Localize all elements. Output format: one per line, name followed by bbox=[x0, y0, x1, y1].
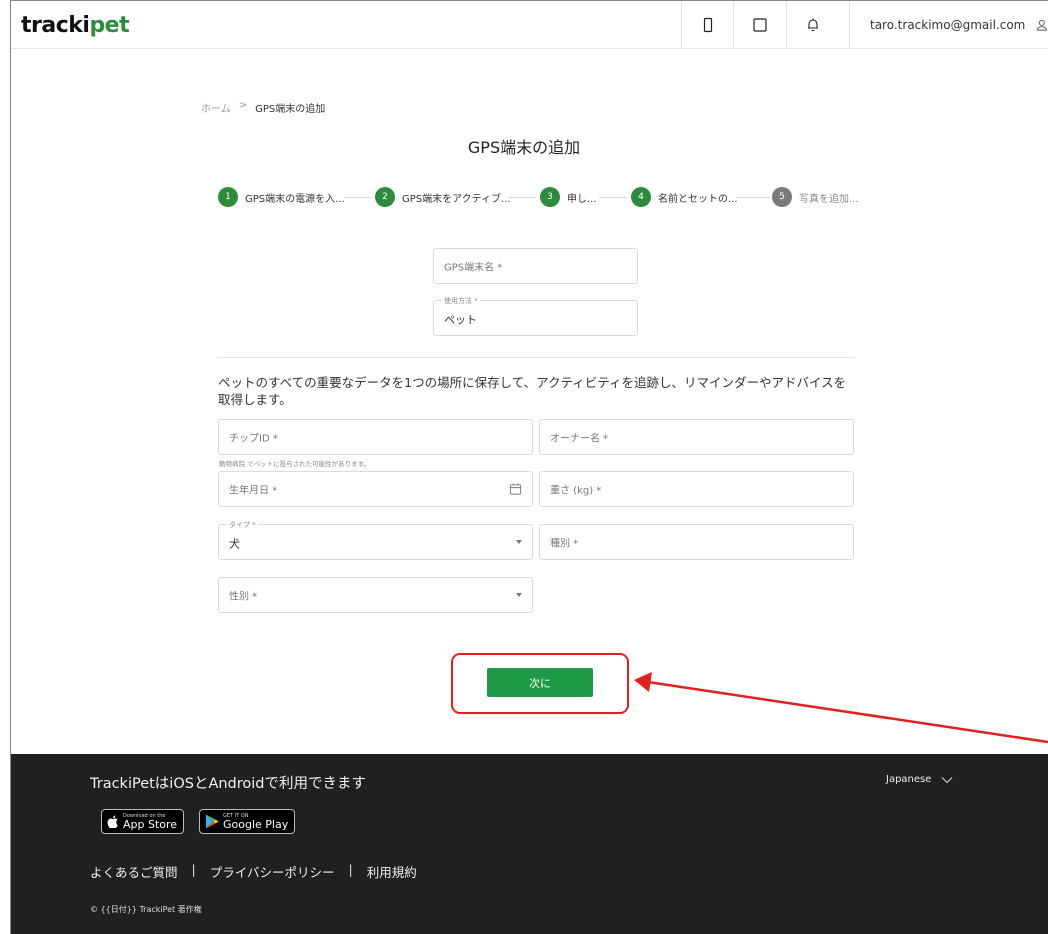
copyright-text: © {{日付}} TrackiPet 著作権 bbox=[90, 905, 202, 914]
breadcrumb-current: GPS端末の追加 bbox=[255, 104, 326, 115]
account-email: taro.trackimo@gmail.com bbox=[870, 18, 1026, 32]
breed-input[interactable]: 種別 * bbox=[539, 524, 854, 560]
gender-placeholder: 性別 * bbox=[229, 591, 258, 603]
breadcrumb-separator: > bbox=[238, 100, 248, 111]
terms-link[interactable]: 利用規約 bbox=[367, 862, 417, 881]
step-connector bbox=[599, 197, 627, 198]
usage-label: 使用方法 * bbox=[442, 296, 480, 306]
user-icon bbox=[1037, 19, 1048, 31]
birthdate-placeholder: 生年月日 * bbox=[229, 485, 278, 497]
top-header: trackipet taro.trackimo@gmail.com bbox=[11, 1, 1048, 49]
square-icon bbox=[752, 18, 767, 32]
step-connector bbox=[345, 197, 373, 198]
chip-id-helper: 動物病院 でペットに投与された可能性があります。 bbox=[219, 460, 370, 468]
logo-text-part1: tracki bbox=[21, 13, 90, 38]
owner-name-input[interactable]: オーナー名 * bbox=[539, 419, 854, 455]
step-label: GPS端末の電源を入... bbox=[245, 193, 345, 205]
privacy-policy-link[interactable]: プライバシーポリシー bbox=[210, 862, 335, 881]
weight-input[interactable]: 重さ (kg) * bbox=[539, 471, 854, 507]
step-label: GPS端末をアクティブ... bbox=[402, 193, 511, 205]
step-connector bbox=[736, 197, 770, 198]
step-label: 名前とセットの... bbox=[658, 193, 738, 205]
usage-select[interactable]: 使用方法 * ペット bbox=[433, 296, 638, 336]
chevron-down-icon bbox=[942, 776, 953, 783]
device-name-placeholder: GPS端末名 * bbox=[444, 262, 503, 274]
step-label: 写真を追加... bbox=[799, 193, 859, 205]
type-select[interactable]: タイプ * 犬 bbox=[218, 520, 533, 560]
step-number: 5 bbox=[772, 187, 792, 207]
device-icon bbox=[703, 17, 712, 33]
page-title: GPS端末の追加 bbox=[467, 138, 581, 157]
gender-select[interactable]: 性別 * bbox=[218, 577, 533, 613]
birthdate-input[interactable]: 生年月日 * bbox=[218, 471, 533, 507]
device-icon-button[interactable] bbox=[681, 1, 733, 49]
step-5: 5 写真を追加... bbox=[772, 186, 859, 208]
weight-placeholder: 重さ (kg) * bbox=[550, 485, 602, 497]
app-store-badge[interactable]: Download on the App Store bbox=[101, 809, 185, 834]
type-label: タイプ * bbox=[227, 520, 258, 530]
app-store-big-text: App Store bbox=[123, 818, 178, 831]
footer: TrackiPetはiOSとAndroidで利用できます Japanese Do… bbox=[11, 754, 1048, 934]
footer-title: TrackiPetはiOSとAndroidで利用できます bbox=[90, 776, 367, 792]
type-value: 犬 bbox=[229, 537, 240, 551]
faq-link[interactable]: よくあるご質問 bbox=[90, 862, 178, 881]
step-number: 3 bbox=[540, 187, 560, 207]
footer-link-separator: | bbox=[348, 862, 353, 877]
progress-stepper: 1 GPS端末の電源を入... 2 GPS端末をアクティブ... 3 申し...… bbox=[218, 186, 859, 208]
google-play-badge[interactable]: GET IT ON Google Play bbox=[199, 809, 296, 834]
section-divider bbox=[218, 357, 854, 358]
apple-icon bbox=[107, 815, 118, 828]
annotation-highlight-box bbox=[451, 653, 629, 714]
device-name-input[interactable]: GPS端末名 * bbox=[433, 248, 638, 284]
pet-description: ペットのすべての重要なデータを1つの場所に保存して、アクティビティを追跡し、リマ… bbox=[218, 375, 847, 407]
step-number: 4 bbox=[631, 187, 651, 207]
breadcrumb-home[interactable]: ホーム bbox=[201, 100, 231, 115]
step-4: 4 名前とセットの... bbox=[631, 186, 738, 208]
footer-link-separator: | bbox=[191, 862, 196, 877]
step-1: 1 GPS端末の電源を入... bbox=[218, 186, 345, 208]
footer-links: よくあるご質問 | プライバシーポリシー | 利用規約 bbox=[90, 862, 417, 881]
breed-placeholder: 種別 * bbox=[550, 538, 579, 550]
notification-button[interactable] bbox=[786, 1, 838, 49]
logo-text-part2: pet bbox=[89, 13, 130, 38]
square-icon-button[interactable] bbox=[733, 1, 785, 49]
language-value: Japanese bbox=[886, 774, 932, 785]
step-connector bbox=[508, 197, 536, 198]
chip-id-input[interactable]: チップID * bbox=[218, 419, 533, 455]
google-play-icon bbox=[206, 814, 219, 829]
chevron-down-icon bbox=[516, 593, 522, 597]
step-number: 1 bbox=[218, 187, 238, 207]
google-play-big-text: Google Play bbox=[223, 818, 289, 831]
chip-id-placeholder: チップID * bbox=[229, 433, 278, 445]
account-menu[interactable]: taro.trackimo@gmail.com bbox=[849, 1, 1048, 49]
step-3: 3 申し... bbox=[540, 186, 597, 208]
usage-value: ペット bbox=[444, 313, 477, 327]
language-selector[interactable]: Japanese bbox=[886, 774, 953, 785]
owner-name-placeholder: オーナー名 * bbox=[550, 433, 609, 445]
calendar-icon[interactable] bbox=[509, 483, 522, 496]
step-number: 2 bbox=[375, 187, 395, 207]
step-2: 2 GPS端末をアクティブ... bbox=[375, 186, 511, 208]
breadcrumb: ホーム > GPS端末の追加 bbox=[201, 100, 325, 115]
bell-icon bbox=[807, 18, 818, 32]
step-label: 申し... bbox=[567, 193, 597, 205]
chevron-down-icon bbox=[516, 540, 522, 544]
trackipet-logo[interactable]: trackipet bbox=[21, 13, 130, 38]
